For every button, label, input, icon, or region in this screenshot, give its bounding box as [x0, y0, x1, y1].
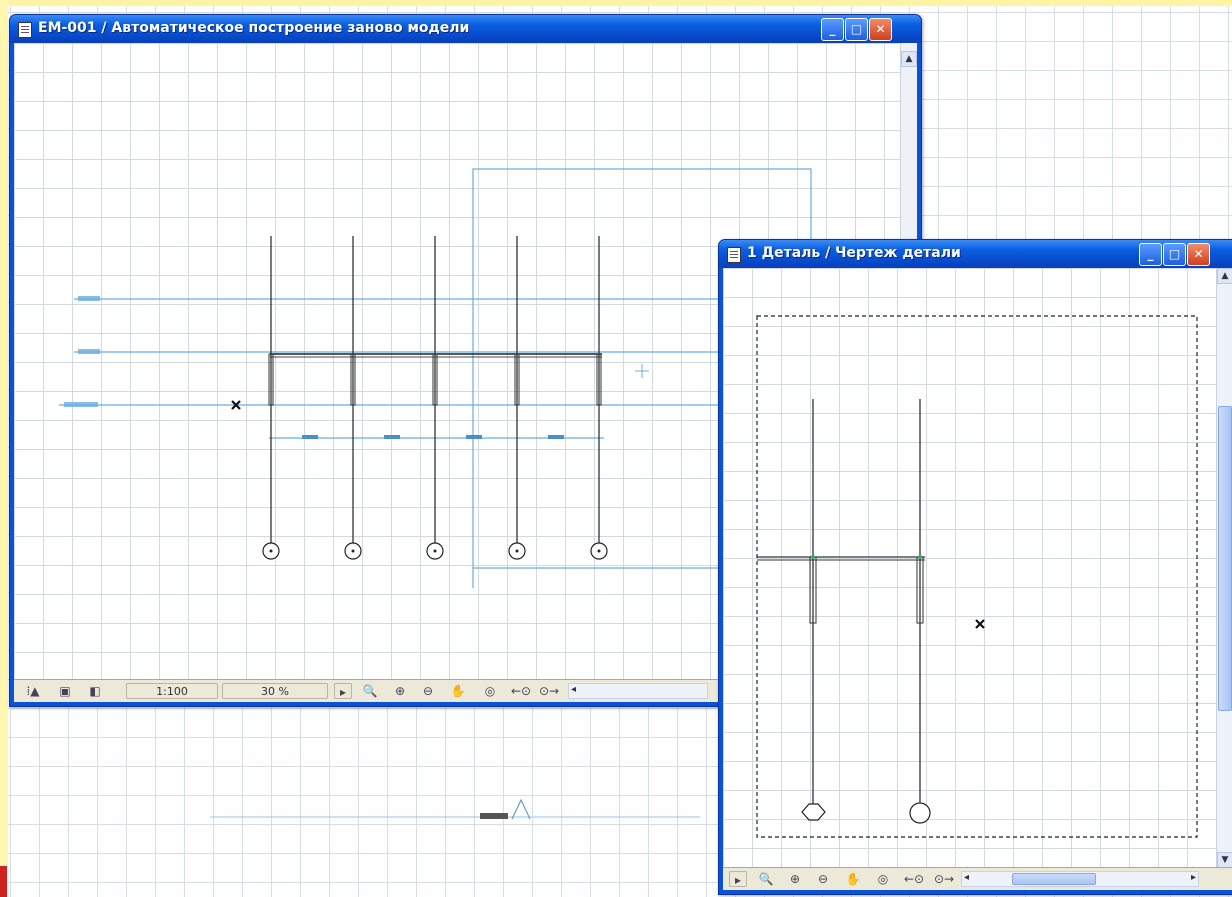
scroll-up-icon[interactable]: ▲	[1217, 268, 1232, 284]
zoom-out-icon[interactable]: ⊖	[813, 871, 833, 887]
fit-in-window-icon[interactable]: ◎	[873, 871, 893, 887]
zoom-in-out-icon[interactable]: 🔍	[360, 683, 380, 699]
close-button[interactable]: ✕	[1187, 243, 1210, 266]
document-icon	[18, 22, 32, 38]
preview-icon[interactable]: ▣	[54, 683, 76, 699]
detail-drawing-window[interactable]: 1 Деталь / Чертеж детали _ □ ✕ ▲ ▼ ▸ 🔍 ⊕…	[718, 239, 1232, 895]
pan-hand-icon[interactable]: ✋	[843, 871, 863, 887]
mark-icon[interactable]: ⁞▲	[22, 683, 44, 699]
axis-label-2	[78, 349, 100, 354]
arrow-right-icon[interactable]: ▸	[334, 683, 352, 699]
zoom-field[interactable]: 30 %	[222, 683, 328, 699]
slide-top-band	[0, 0, 1232, 6]
slide-left-band	[0, 0, 8, 897]
axis-label-1	[78, 296, 100, 301]
detail-vertical-scrollbar[interactable]: ▲ ▼	[1216, 268, 1232, 868]
detail-window-title: 1 Деталь / Чертеж детали	[747, 245, 961, 261]
detail-bottom-toolbar: ▸ 🔍 ⊕ ⊖ ✋ ◎ ←⊙ ⊙→ ◂ ▸	[723, 867, 1232, 890]
main-horizontal-scrollbar[interactable]: ◂	[568, 683, 708, 699]
slide-red-marker	[0, 866, 7, 897]
detail-window-titlebar[interactable]: 1 Деталь / Чертеж детали _ □ ✕	[719, 240, 1232, 268]
horizontal-scroll-thumb[interactable]	[1012, 873, 1096, 885]
detail-boundary	[756, 315, 1198, 838]
scroll-left-icon[interactable]: ◂	[571, 684, 576, 695]
detail-drawing	[756, 315, 1198, 838]
maximize-button[interactable]: □	[845, 18, 868, 41]
detail-drawing-canvas[interactable]: ▲ ▼ ▸ 🔍 ⊕ ⊖ ✋ ◎ ←⊙ ⊙→ ◂ ▸	[723, 268, 1232, 890]
detail-horizontal-scrollbar[interactable]: ◂ ▸	[961, 871, 1199, 887]
arrow-right-icon[interactable]: ▸	[729, 871, 747, 887]
scroll-right-icon[interactable]: ▸	[1191, 872, 1196, 883]
minimize-button[interactable]: _	[1139, 243, 1162, 266]
scroll-left-icon[interactable]: ◂	[964, 872, 969, 883]
zoom-in-out-icon[interactable]: 🔍	[755, 871, 777, 887]
level-marker-hatch	[480, 813, 508, 819]
scroll-up-icon[interactable]: ▲	[901, 51, 917, 67]
main-window-title: EM-001 / Автоматическое построение занов…	[38, 20, 470, 36]
zoom-in-icon[interactable]: ⊕	[785, 871, 805, 887]
origin-marker	[975, 619, 985, 629]
fit-in-window-icon[interactable]: ◎	[480, 683, 500, 699]
minimize-button[interactable]: _	[821, 18, 844, 41]
zoom-in-icon[interactable]: ⊕	[390, 683, 410, 699]
main-window-titlebar[interactable]: EM-001 / Автоматическое построение занов…	[10, 15, 921, 43]
next-zoom-icon[interactable]: ⊙→	[931, 871, 957, 887]
scroll-thumb[interactable]	[1218, 406, 1232, 711]
pan-hand-icon[interactable]: ✋	[448, 683, 468, 699]
scroll-down-icon[interactable]: ▼	[1217, 852, 1232, 868]
previous-zoom-icon[interactable]: ←⊙	[508, 683, 534, 699]
next-zoom-icon[interactable]: ⊙→	[536, 683, 562, 699]
maximize-button[interactable]: □	[1163, 243, 1186, 266]
close-button[interactable]: ✕	[869, 18, 892, 41]
document-icon	[727, 247, 741, 263]
layer-icon[interactable]: ◧	[84, 683, 106, 699]
zoom-out-icon[interactable]: ⊖	[418, 683, 438, 699]
previous-zoom-icon[interactable]: ←⊙	[901, 871, 927, 887]
axis-label-3	[64, 402, 98, 407]
scale-field[interactable]: 1:100	[126, 683, 218, 699]
level-marker-triangle	[511, 798, 531, 820]
